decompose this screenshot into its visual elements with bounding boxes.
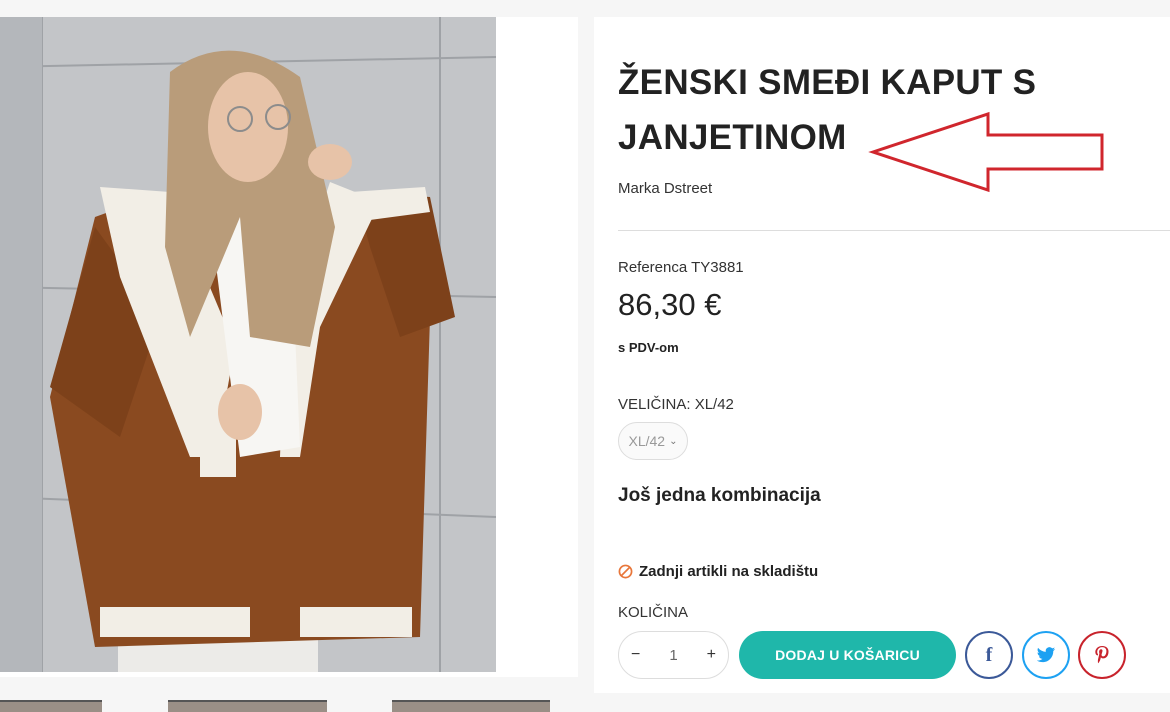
product-reference: Referenca TY3881 — [618, 259, 744, 276]
twitter-share-button[interactable] — [1022, 631, 1070, 679]
product-photo[interactable] — [0, 17, 496, 672]
size-label: VELIČINA: XL/42 — [618, 396, 734, 413]
facebook-icon: f — [985, 643, 993, 666]
add-to-cart-button[interactable]: DODAJ U KOŠARICU — [739, 631, 956, 679]
product-image-panel — [0, 17, 578, 712]
chevron-down-icon: ⌄ — [669, 435, 678, 447]
quantity-decrease-button[interactable]: − — [631, 646, 640, 664]
quantity-stepper: − 1 + — [618, 631, 729, 679]
tax-note: s PDV-om — [618, 340, 679, 355]
size-select-value: XL/42 — [628, 433, 666, 449]
pinterest-share-button[interactable] — [1078, 631, 1126, 679]
facebook-share-button[interactable]: f — [965, 631, 1013, 679]
annotation-arrow — [868, 111, 1104, 193]
stock-status: Zadnji artikli na skladištu — [618, 563, 818, 580]
no-entry-icon — [618, 564, 633, 579]
product-price: 86,30 € — [618, 287, 722, 322]
quantity-label: KOLIČINA — [618, 604, 689, 621]
thumbnail-strip — [0, 700, 578, 712]
thumbnail[interactable] — [392, 700, 550, 712]
combination-heading: Još jedna kombinacija — [618, 485, 821, 506]
quantity-increase-button[interactable]: + — [707, 646, 716, 664]
twitter-icon — [1036, 646, 1056, 662]
product-brand: Marka Dstreet — [618, 180, 713, 197]
thumbnail[interactable] — [0, 700, 102, 712]
divider — [618, 230, 1170, 231]
thumbnail[interactable] — [168, 700, 327, 712]
product-info-panel: ŽENSKI SMEĐI KAPUT S JANJETINOM Marka Ds… — [594, 17, 1170, 693]
pinterest-icon — [1095, 646, 1109, 664]
size-select[interactable]: XL/42 ⌄ — [618, 422, 688, 460]
quantity-input[interactable]: 1 — [669, 647, 677, 664]
stock-status-text: Zadnji artikli na skladištu — [639, 563, 819, 580]
